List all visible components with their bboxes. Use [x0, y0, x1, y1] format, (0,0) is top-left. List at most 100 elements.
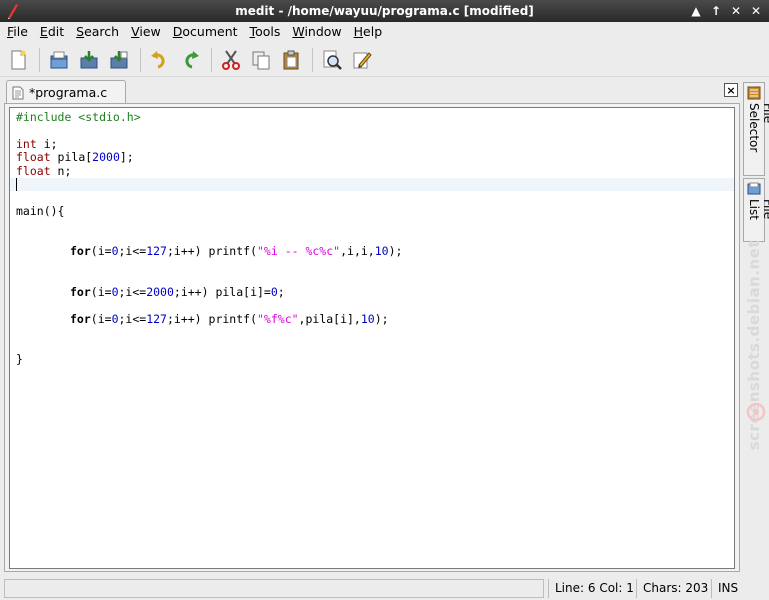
- string-literal: "%i -- %c%c": [257, 244, 341, 258]
- toolbar-separator: [312, 47, 313, 72]
- code-line: for(i=0;i<=127;i++) printf("%i -- %c%c",…: [70, 244, 402, 258]
- code-text: ;i<=: [118, 312, 147, 326]
- menu-document-mnemonic: D: [172, 24, 183, 39]
- close-window-button[interactable]: ✕: [747, 2, 765, 20]
- code-text: ,pila[i],: [298, 312, 361, 326]
- minimize-button[interactable]: ✕: [727, 2, 745, 20]
- menu-edit-mnemonic: E: [39, 24, 48, 39]
- code-text: }: [16, 352, 23, 366]
- title-bar: medit - /home/wayuu/programa.c [modified…: [0, 0, 769, 22]
- close-tab-button[interactable]: ×: [724, 83, 738, 97]
- control-keyword: for: [70, 285, 91, 299]
- code-text: ;i++) pila[i]=: [173, 285, 271, 299]
- maximize-button[interactable]: ↑: [707, 2, 725, 20]
- character-count: Chars: 203: [636, 579, 712, 598]
- tab-file-selector[interactable]: File Selector: [743, 82, 769, 176]
- file-selector-icon: [747, 86, 761, 100]
- menu-view[interactable]: View: [126, 22, 166, 42]
- text-cursor: [16, 178, 17, 191]
- status-message-area: [4, 579, 544, 598]
- file-selector-label: File Selector: [747, 103, 769, 153]
- code-text: main(){: [16, 204, 65, 218]
- tab-file-list[interactable]: File List: [743, 178, 769, 242]
- paste-button[interactable]: [277, 46, 305, 74]
- menu-file-label: ile: [13, 24, 28, 39]
- menu-view-label: iew: [139, 24, 161, 39]
- code-line: float pila[2000];: [16, 150, 134, 164]
- menu-file[interactable]: File: [2, 22, 33, 42]
- save-as-button[interactable]: [105, 46, 133, 74]
- code-text: (i=: [90, 244, 112, 258]
- menu-edit[interactable]: Edit: [35, 22, 69, 42]
- undo-button[interactable]: [146, 46, 174, 74]
- number-literal: 127: [146, 244, 167, 258]
- tab-programa-c[interactable]: *programa.c: [6, 80, 126, 104]
- code-text: ;i++) printf(: [166, 244, 257, 258]
- menu-tools[interactable]: Tools: [245, 22, 286, 42]
- copy-button[interactable]: [247, 46, 275, 74]
- menu-search-label: earch: [84, 24, 120, 39]
- code-text: ,i,i,: [340, 244, 375, 258]
- paste-icon: [283, 50, 299, 69]
- menu-window-mnemonic: W: [292, 24, 305, 39]
- find-button[interactable]: [318, 46, 346, 74]
- insert-mode: INS: [711, 579, 745, 598]
- menu-document[interactable]: Document: [168, 22, 243, 42]
- code-line: for(i=0;i<=2000;i++) pila[i]=0;: [70, 285, 285, 299]
- number-literal: 127: [146, 312, 167, 326]
- code-line: #include <stdio.h>: [16, 110, 141, 124]
- file-list-icon: [747, 182, 761, 195]
- status-bar: Line: 6 Col: 1 Chars: 203 INS: [0, 577, 769, 600]
- menu-help-mnemonic: H: [353, 24, 364, 39]
- save-button[interactable]: [75, 46, 103, 74]
- new-document-icon: [11, 50, 26, 69]
- find-icon: [323, 50, 342, 70]
- code-line: }: [16, 352, 23, 366]
- code-text: i;: [36, 137, 58, 151]
- edit-icon: [353, 51, 372, 68]
- menu-window[interactable]: Window: [287, 22, 346, 42]
- code-text: (i=: [90, 312, 112, 326]
- code-text: ;i++) printf(: [166, 312, 257, 326]
- shade-button[interactable]: ▲: [687, 2, 705, 20]
- menu-search-mnemonic: S: [76, 24, 85, 39]
- menu-window-label: indow: [304, 24, 342, 39]
- window-controls: ▲ ↑ ✕ ✕: [687, 2, 765, 20]
- control-keyword: for: [70, 244, 91, 258]
- redo-button[interactable]: [176, 46, 204, 74]
- menu-tools-label: ools: [255, 24, 281, 39]
- undo-icon: [151, 50, 165, 68]
- menu-search[interactable]: Search: [71, 22, 124, 42]
- code-text: (i=: [90, 285, 112, 299]
- cursor-position: Line: 6 Col: 1: [548, 579, 638, 598]
- number-literal: 0: [111, 244, 119, 258]
- new-button[interactable]: [4, 46, 32, 74]
- menu-document-label: ocument: [182, 24, 238, 39]
- editor-frame: #include <stdio.h> int i; float pila[200…: [4, 103, 740, 572]
- menu-help[interactable]: Help: [349, 22, 388, 42]
- open-button[interactable]: [45, 46, 73, 74]
- code-text: n;: [50, 164, 72, 178]
- code-editor[interactable]: #include <stdio.h> int i; float pila[200…: [9, 107, 735, 569]
- number-literal: 2000: [92, 150, 120, 164]
- toolbar-separator: [39, 47, 40, 72]
- number-literal: 0: [111, 285, 119, 299]
- copy-icon: [252, 51, 270, 69]
- code-line: float n;: [16, 164, 72, 178]
- document-tab-bar: *programa.c ×: [4, 80, 740, 104]
- code-text: ;: [277, 285, 285, 299]
- number-literal: 0: [270, 285, 278, 299]
- cut-button[interactable]: [217, 46, 245, 74]
- type-keyword: int: [16, 137, 37, 151]
- save-icon: [80, 50, 98, 68]
- code-text: ;i<=: [118, 285, 147, 299]
- code-text: ;i<=: [118, 244, 147, 258]
- code-line: for(i=0;i<=127;i++) printf("%f%c",pila[i…: [70, 312, 389, 326]
- redo-icon: [185, 50, 199, 68]
- menu-bar: File Edit Search View Document Tools Win…: [0, 22, 769, 42]
- number-literal: 10: [374, 244, 389, 258]
- edit-button[interactable]: [348, 46, 376, 74]
- window-title: medit - /home/wayuu/programa.c [modified…: [235, 4, 534, 18]
- open-folder-icon: [50, 51, 68, 68]
- type-keyword: float: [16, 150, 51, 164]
